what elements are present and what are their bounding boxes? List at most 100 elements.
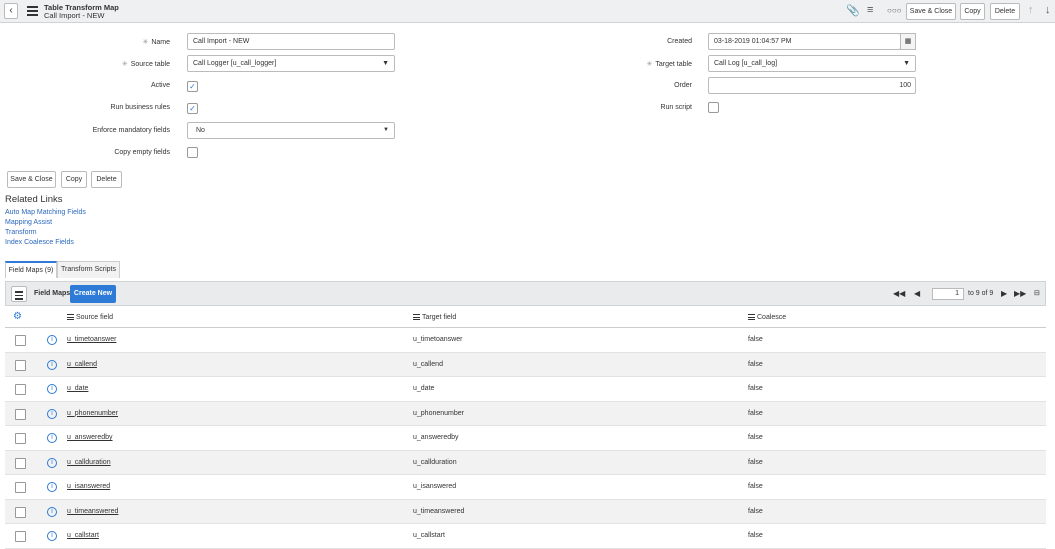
run-script-checkbox[interactable] (708, 102, 719, 113)
source-field-link[interactable]: u_timetoanswer (67, 336, 116, 343)
arrow-up-icon[interactable]: ↑ (1028, 4, 1034, 16)
column-header-row: ⚙ Source field Target field Coalesce (5, 308, 1046, 328)
copy-empty-checkbox[interactable] (187, 147, 198, 158)
info-icon[interactable]: i (47, 335, 57, 345)
first-page-icon[interactable]: ◀◀ (893, 289, 905, 298)
header-copy-button[interactable]: Copy (960, 3, 985, 20)
info-icon[interactable]: i (47, 359, 57, 370)
table-row: i u_callduration u_callduration false (5, 450, 1046, 475)
row-checkbox[interactable] (15, 506, 26, 518)
previous-page-icon[interactable]: ◀ (914, 289, 920, 298)
source-field-link[interactable]: u_answeredby (67, 434, 113, 441)
row-checkbox[interactable] (15, 359, 26, 371)
table-row: i u_answeredby u_answeredby false (5, 426, 1046, 451)
enforce-mandatory-select[interactable]: No ▼ (187, 122, 395, 139)
coalesce-cell: false (748, 336, 763, 343)
created-label: Created (667, 38, 692, 45)
page-total: to 9 of 9 (968, 290, 994, 297)
tab-field-maps[interactable]: Field Maps (9) (5, 261, 57, 278)
coalesce-cell: false (748, 532, 763, 539)
save-close-button[interactable]: Save & Close (7, 171, 56, 188)
arrow-down-icon[interactable]: ↓ (1045, 4, 1051, 16)
row-checkbox[interactable] (15, 335, 26, 346)
paperclip-icon[interactable]: 📎 (846, 4, 860, 17)
coalesce-cell: false (748, 507, 763, 515)
info-icon[interactable]: i (47, 408, 57, 419)
coalesce-cell: false (748, 385, 763, 392)
source-field-link[interactable]: u_callend (67, 361, 97, 368)
table-row: i u_timetoanswer u_timetoanswer false (5, 328, 1046, 353)
collapse-icon[interactable]: ⊟ (1034, 289, 1040, 297)
link-auto-map[interactable]: Auto Map Matching Fields (5, 209, 86, 216)
coalesce-cell: false (748, 434, 763, 441)
info-icon[interactable]: i (47, 457, 57, 468)
table-row: i u_isanswered u_isanswered false (5, 475, 1046, 500)
source-field-link[interactable]: u_callstart (67, 532, 99, 539)
row-checkbox[interactable] (15, 408, 26, 420)
source-table-select[interactable]: Call Logger [u_call_logger] ▼ (187, 55, 395, 72)
row-checkbox[interactable] (15, 384, 26, 395)
info-icon[interactable]: i (47, 531, 57, 541)
source-field-link[interactable]: u_date (67, 385, 88, 392)
col-target-field[interactable]: Target field (413, 314, 456, 321)
link-transform[interactable]: Transform (5, 229, 37, 236)
active-label: Active (150, 82, 170, 89)
coalesce-cell: false (748, 360, 763, 368)
row-checkbox[interactable] (15, 433, 26, 444)
source-field-link[interactable]: u_isanswered (67, 483, 110, 490)
link-mapping-assist[interactable]: Mapping Assist (5, 219, 52, 226)
gear-icon[interactable]: ⚙ (13, 311, 22, 322)
name-label: ✳ Name (142, 39, 170, 46)
row-checkbox[interactable] (15, 457, 26, 469)
required-icon: ✳ (646, 61, 653, 68)
run-script-label: Run script (660, 104, 692, 111)
tab-transform-scripts[interactable]: Transform Scripts (57, 261, 120, 278)
info-icon[interactable]: i (47, 482, 57, 492)
calendar-icon[interactable]: ▦ (900, 33, 916, 50)
copy-button[interactable]: Copy (61, 171, 87, 188)
name-input[interactable]: Call Import - NEW (187, 33, 395, 50)
run-business-rules-checkbox[interactable]: ✓ (187, 103, 198, 114)
target-field-cell: u_date (413, 385, 435, 392)
row-checkbox[interactable] (15, 531, 26, 542)
page-number-input[interactable]: 1 (932, 288, 964, 300)
form-subtitle: Call Import - NEW (44, 11, 105, 20)
source-table-label: ✳ Source table (121, 61, 170, 68)
delete-button[interactable]: Delete (91, 171, 122, 188)
source-field-link[interactable]: u_timeanswered (67, 508, 118, 515)
source-field-link[interactable]: u_callduration (67, 459, 111, 466)
column-menu-icon (413, 314, 420, 321)
header-save-close-button[interactable]: Save & Close (906, 3, 956, 20)
settings-sliders-icon[interactable]: ≡ (867, 4, 873, 16)
target-table-select[interactable]: Call Log [u_call_log] ▼ (708, 55, 916, 72)
next-page-icon[interactable]: ▶ (1001, 289, 1007, 298)
target-field-cell: u_callend (413, 360, 443, 368)
active-checkbox[interactable]: ✓ (187, 81, 198, 92)
col-coalesce[interactable]: Coalesce (748, 314, 786, 321)
header-delete-button[interactable]: Delete (990, 3, 1020, 20)
coalesce-cell: false (748, 409, 763, 417)
col-source-field[interactable]: Source field (67, 314, 113, 321)
last-page-icon[interactable]: ▶▶ (1014, 289, 1026, 298)
info-icon[interactable]: i (47, 433, 57, 443)
more-options-icon[interactable]: ○○○ (887, 6, 902, 15)
info-icon[interactable]: i (47, 506, 57, 517)
back-button[interactable]: ‹ (4, 3, 18, 19)
hamburger-menu-icon[interactable] (27, 6, 38, 16)
list-title: Field Maps (34, 290, 71, 297)
order-label: Order (674, 82, 692, 89)
target-field-cell: u_timetoanswer (413, 336, 463, 343)
target-field-cell: u_callstart (413, 532, 445, 539)
created-input[interactable]: 03-18-2019 01:04:57 PM (708, 33, 901, 50)
link-index-coalesce[interactable]: Index Coalesce Fields (5, 239, 74, 246)
info-icon[interactable]: i (47, 384, 57, 394)
table-row: i u_callstart u_callstart false (5, 524, 1046, 549)
create-new-button[interactable]: Create New (70, 285, 116, 303)
source-field-link[interactable]: u_phonenumber (67, 410, 118, 417)
dropdown-arrow-icon: ▼ (383, 127, 389, 133)
target-field-cell: u_timeanswered (413, 507, 465, 515)
table-row: i u_callend u_callend false (5, 352, 1046, 377)
row-checkbox[interactable] (15, 482, 26, 493)
list-menu-icon[interactable] (11, 286, 27, 302)
order-input[interactable]: 100 (708, 77, 916, 94)
